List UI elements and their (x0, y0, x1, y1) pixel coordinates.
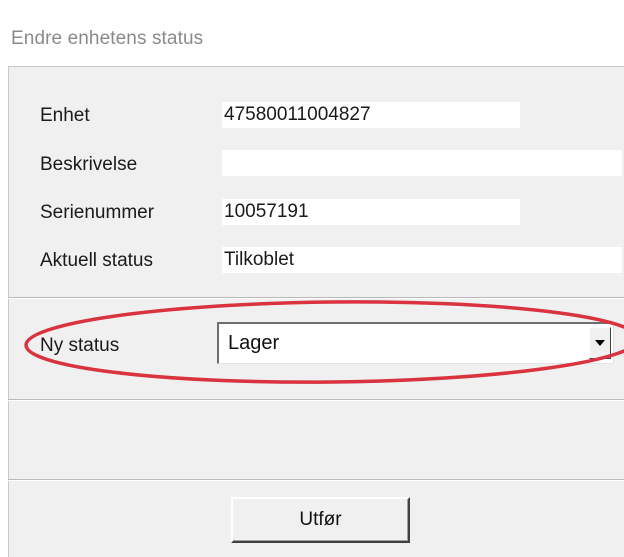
new-status-selected-value: Lager (228, 332, 280, 354)
new-status-label: Ny status (40, 335, 120, 356)
section-divider (8, 479, 624, 481)
description-label: Beskrivelse (40, 154, 138, 175)
unit-label: Enhet (40, 105, 90, 126)
serial-number-label: Serienummer (40, 202, 155, 223)
chevron-down-icon (595, 340, 605, 346)
current-status-label: Aktuell status (40, 250, 153, 271)
title-bar: Endre enhetens status (0, 0, 624, 66)
dialog-body (8, 66, 624, 557)
dropdown-button[interactable] (589, 327, 611, 359)
execute-button[interactable]: Utfør (231, 497, 410, 543)
current-status-value: Tilkoblet (222, 247, 622, 273)
window-title: Endre enhetens status (11, 28, 204, 49)
unit-value: 47580011004827 (222, 102, 520, 128)
section-divider (8, 399, 624, 401)
description-value (222, 150, 622, 176)
serial-number-value: 10057191 (222, 199, 520, 225)
new-status-select[interactable]: Lager (217, 322, 614, 364)
section-divider (8, 297, 624, 299)
